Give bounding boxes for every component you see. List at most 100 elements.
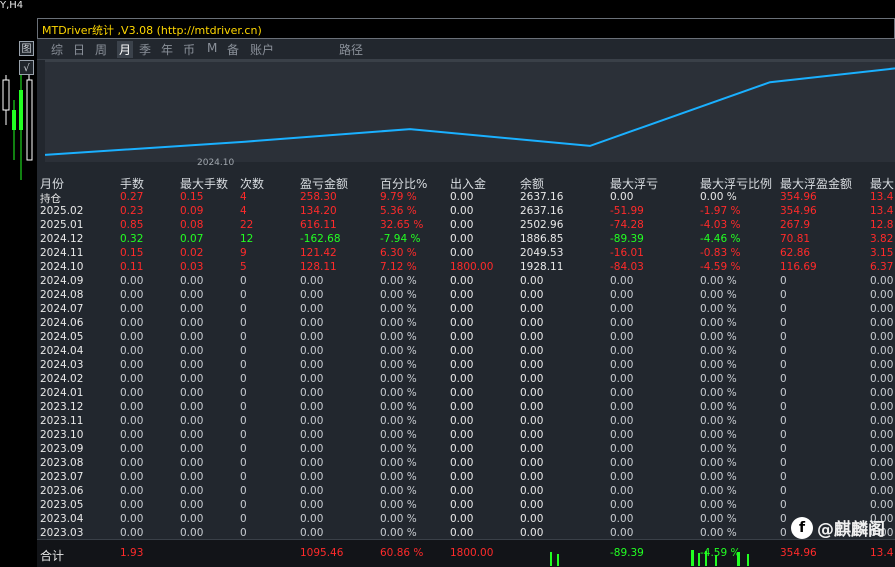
table-cell: 0.00 <box>450 443 474 455</box>
table-cell: 0.00 % <box>380 527 417 539</box>
table-cell: 0.00 <box>520 303 544 315</box>
table-cell: 354.96 <box>780 191 817 203</box>
table-cell: 0.00 <box>610 415 634 427</box>
table-cell: 0.00 <box>610 387 634 399</box>
table-cell: 1800.00 <box>450 261 494 273</box>
table-cell: 0 <box>240 401 247 413</box>
table-cell: 0.00 <box>300 471 324 483</box>
table-cell: 0.15 <box>120 247 144 259</box>
table-cell: 0.00 % <box>700 429 737 441</box>
table-cell: 0.00 <box>180 359 204 371</box>
column-header: 最大浮亏 <box>610 177 659 191</box>
table-cell: 0.00 % <box>380 471 417 483</box>
table-cell: 0.00 <box>300 499 324 511</box>
table-cell: 0 <box>780 275 787 287</box>
tab-10[interactable]: 路径 <box>339 41 363 58</box>
table-cell: 0 <box>240 303 247 315</box>
row-month: 2024.04 <box>40 345 84 357</box>
table-cell: 0 <box>240 275 247 287</box>
table-cell: 258.30 <box>300 191 337 203</box>
table-cell: 0 <box>780 289 787 301</box>
table-cell: 0 <box>240 527 247 539</box>
table-cell: 0.00 <box>300 429 324 441</box>
column-header: 次数 <box>240 177 265 191</box>
table-cell: 0.00 <box>180 527 204 539</box>
table-cell: 0.00 % <box>380 289 417 301</box>
table-cell: 0.00 % <box>700 527 737 539</box>
table-cell: 0.00 <box>180 415 204 427</box>
tab-3[interactable]: 月 <box>117 41 134 58</box>
row-month: 2025.01 <box>40 219 84 231</box>
table-cell: 0 <box>780 429 787 441</box>
table-cell: 0.00 % <box>700 401 737 413</box>
table-cell: 62.86 <box>780 247 811 259</box>
table-cell: 0 <box>780 317 787 329</box>
table-cell: 0.00 <box>300 275 324 287</box>
chart-toggle-button[interactable]: 图 <box>19 41 34 56</box>
table-cell: 0.00 % <box>380 303 417 315</box>
table-cell: 6.30 % <box>380 247 417 259</box>
table-cell: 0.00 <box>120 499 144 511</box>
row-month: 持仓 <box>40 193 61 205</box>
table-cell: 0.00 <box>120 289 144 301</box>
tab-bar: 综日周月季年币 M 备账户 路径 <box>37 39 895 60</box>
column-header: 出入金 <box>450 177 487 191</box>
table-cell: 0.00 <box>520 387 544 399</box>
table-cell: 0.00 <box>450 303 474 315</box>
table-cell: 0.00 <box>610 303 634 315</box>
table-cell: 0.00 <box>450 219 474 231</box>
table-cell: 0.00 % <box>700 303 737 315</box>
chart-x-tick: 2024.10 <box>197 158 235 168</box>
table-cell: 0.00 % <box>700 443 737 455</box>
table-cell: 0.00 <box>180 289 204 301</box>
table-cell: 70.81 <box>780 233 811 245</box>
table-cell: 0 <box>240 359 247 371</box>
table-cell: 0.00 <box>180 331 204 343</box>
tab-6[interactable]: 币 <box>183 41 195 58</box>
table-cell: 0.00 <box>870 485 894 497</box>
table-cell: 1886.85 <box>520 233 564 245</box>
table-cell: 0.00 <box>610 275 634 287</box>
tab-5[interactable]: 年 <box>161 41 173 58</box>
tab-1[interactable]: 日 <box>73 41 85 58</box>
table-cell: 0.00 <box>180 513 204 525</box>
table-cell: 0 <box>780 443 787 455</box>
table-cell: 0.00 <box>180 373 204 385</box>
table-cell: -4.46 % <box>700 233 741 245</box>
row-month: 2023.03 <box>40 527 84 539</box>
table-cell: 0.00 % <box>380 401 417 413</box>
table-cell: 0.00 <box>870 317 894 329</box>
table-cell: 0.00 <box>870 415 894 427</box>
table-cell: 0 <box>240 471 247 483</box>
table-cell: 3.82 <box>870 233 894 245</box>
tab-2[interactable]: 周 <box>95 41 107 58</box>
tab-0[interactable]: 综 <box>51 41 63 58</box>
table-cell: 0.00 <box>120 401 144 413</box>
table-cell: 0.00 % <box>700 373 737 385</box>
tab-7[interactable]: M <box>207 41 217 55</box>
table-cell: 0.00 % <box>700 191 737 203</box>
table-cell: 0 <box>240 443 247 455</box>
table-cell: 0.00 <box>870 499 894 511</box>
table-cell: 0.00 <box>180 401 204 413</box>
tab-9[interactable]: 账户 <box>250 41 274 58</box>
table-cell: 0.00 <box>610 317 634 329</box>
table-cell: 0.00 <box>520 513 544 525</box>
table-cell: 0.00 <box>610 457 634 469</box>
table-cell: 0.00 % <box>700 513 737 525</box>
table-cell: 0.00 <box>610 499 634 511</box>
check-button[interactable]: √ <box>19 60 34 75</box>
window-titlebar[interactable]: MTDriver统计 ,V3.08 (http://mtdriver.cn) <box>37 18 895 39</box>
table-cell: 0.03 <box>180 261 204 273</box>
watermark: f @麒麟阁 <box>791 515 885 540</box>
table-cell: 0.00 <box>300 513 324 525</box>
table-cell: 0 <box>780 401 787 413</box>
table-cell: 0.00 <box>520 457 544 469</box>
table-cell: -89.39 <box>610 233 644 245</box>
row-month: 2024.06 <box>40 317 84 329</box>
table-cell: 0 <box>780 499 787 511</box>
tab-8[interactable]: 备 <box>227 41 239 58</box>
row-month: 2023.11 <box>40 415 84 427</box>
tab-4[interactable]: 季 <box>139 41 151 58</box>
column-header: 最大浮盈金额 <box>780 177 853 191</box>
